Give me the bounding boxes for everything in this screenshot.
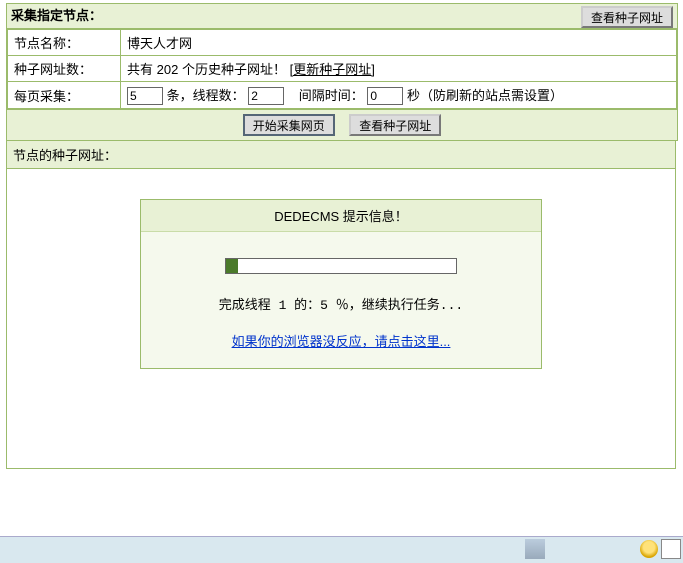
seed-list-header: 节点的种子网址： [6, 141, 676, 169]
node-name-value: 博天人才网 [121, 30, 677, 56]
message-title: DEDECMS 提示信息！ [141, 200, 541, 232]
taskbar-grip [525, 539, 545, 559]
progress-fill [226, 259, 238, 273]
panel-title: 采集指定节点： [11, 8, 102, 23]
node-name-label: 节点名称： [8, 30, 121, 56]
interval-label: 间隔时间： [299, 88, 364, 103]
update-seeds-link[interactable]: [更新种子网址] [290, 62, 375, 77]
panel-header: 采集指定节点： 查看种子网址 [7, 4, 677, 29]
seed-suffix: 个历史种子网址！ [178, 62, 286, 77]
settings-table: 节点名称： 博天人才网 种子网址数： 共有 202 个历史种子网址！ [更新种子… [7, 29, 677, 109]
progress-bar [225, 258, 457, 274]
per-unit: 条，线程数： [167, 88, 245, 103]
seed-count-label: 种子网址数： [8, 56, 121, 82]
view-seeds-button[interactable]: 查看种子网址 [349, 114, 441, 136]
tray-icon[interactable] [661, 539, 681, 559]
bulb-icon[interactable] [640, 540, 658, 558]
action-bar: 开始采集网页 查看种子网址 [7, 109, 677, 140]
per-page-label: 每页采集： [8, 82, 121, 109]
taskbar [0, 536, 683, 563]
interval-input[interactable] [367, 87, 403, 105]
seed-count: 202 [157, 62, 179, 77]
per-page-cell: 条，线程数： 间隔时间： 秒（防刷新的站点需设置） [121, 82, 677, 109]
per-page-input[interactable] [127, 87, 163, 105]
seed-prefix: 共有 [127, 62, 157, 77]
threads-input[interactable] [248, 87, 284, 105]
fallback-link[interactable]: 如果你的浏览器没反应，请点击这里... [232, 334, 451, 349]
seed-count-cell: 共有 202 个历史种子网址！ [更新种子网址] [121, 56, 677, 82]
progress-status: 完成线程 1 的：5 ％，继续执行任务... [155, 294, 527, 313]
start-collect-button[interactable]: 开始采集网页 [243, 114, 335, 136]
message-box: DEDECMS 提示信息！ 完成线程 1 的：5 ％，继续执行任务... 如果你… [140, 199, 542, 369]
interval-suffix: 秒（防刷新的站点需设置） [407, 88, 563, 103]
system-tray [640, 539, 681, 559]
work-area: DEDECMS 提示信息！ 完成线程 1 的：5 ％，继续执行任务... 如果你… [6, 169, 676, 469]
view-seeds-top-button[interactable]: 查看种子网址 [581, 6, 673, 28]
